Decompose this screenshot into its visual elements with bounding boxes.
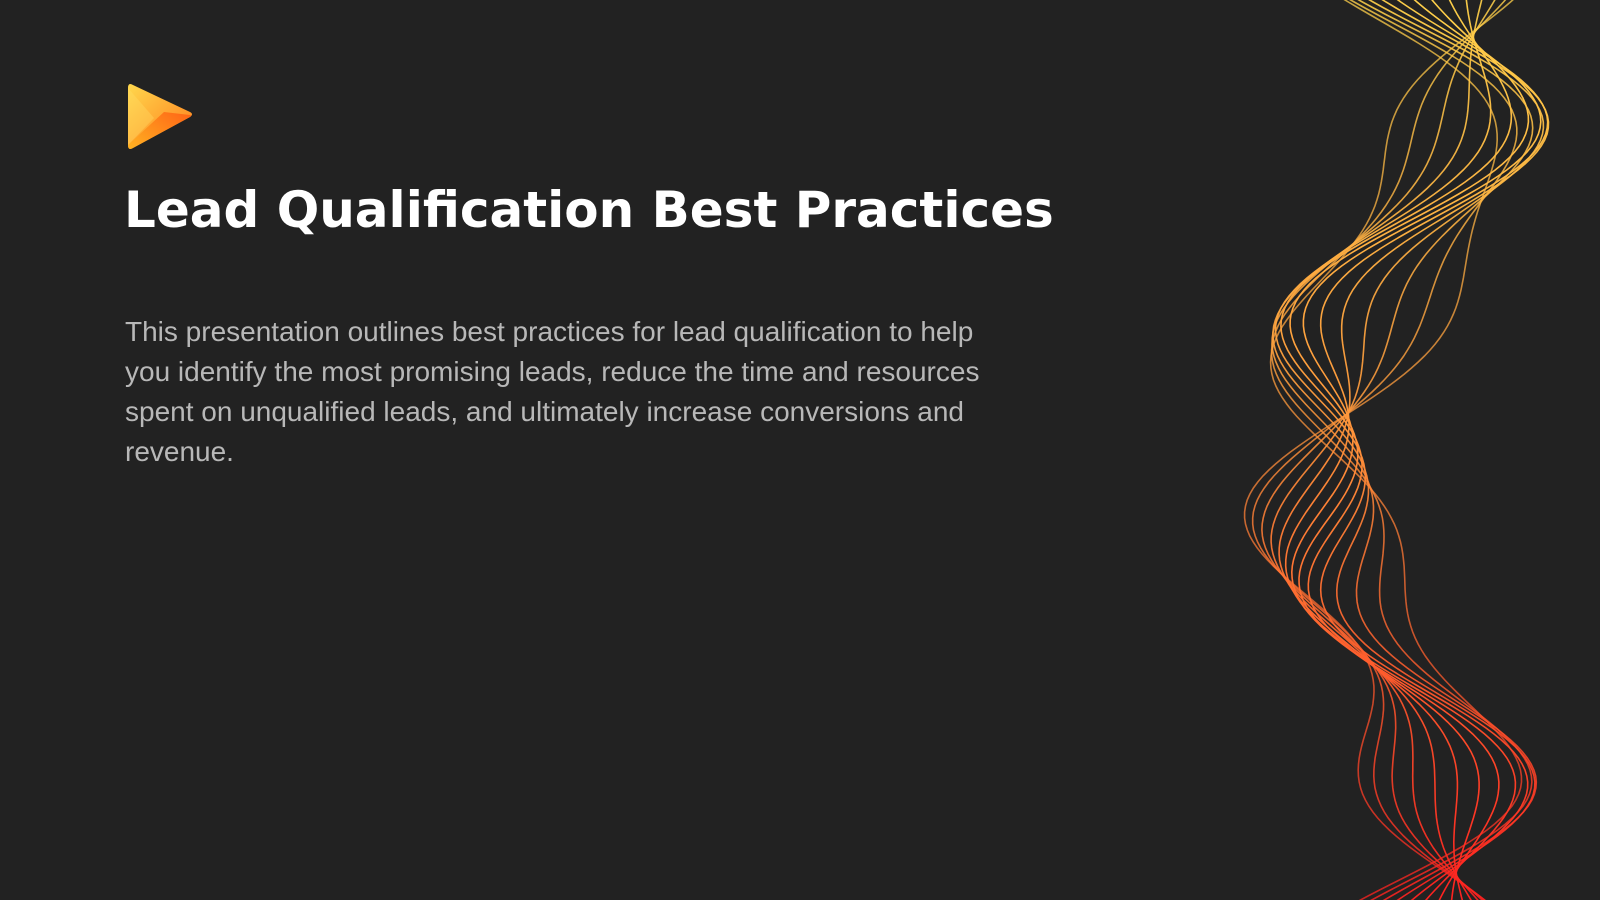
- wave-line: [1243, 0, 1499, 900]
- slide-title: Lead Qualification Best Practices: [124, 181, 1054, 239]
- wave-line: [1274, 0, 1529, 900]
- wave-line: [1269, 0, 1523, 900]
- wave-line: [1289, 0, 1530, 900]
- slide-description: This presentation outlines best practice…: [125, 316, 980, 467]
- slide: Lead Qualification Best Practices This p…: [0, 0, 1600, 900]
- wave-line: [1270, 0, 1533, 900]
- wave-line: [1290, 0, 1542, 900]
- play-triangle-icon: [128, 84, 192, 149]
- gradient-wave-lines: [1243, 0, 1550, 900]
- wave-line: [1280, 0, 1517, 900]
